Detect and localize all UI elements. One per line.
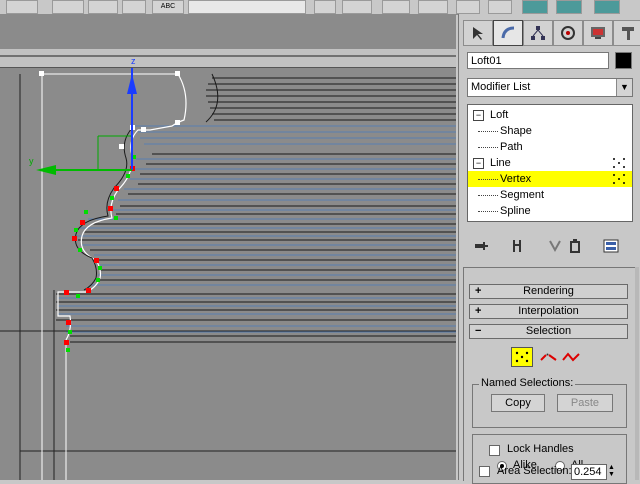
utilities-tab-icon[interactable] [613, 20, 640, 46]
paste-button[interactable]: Paste [557, 394, 613, 412]
stack-item-path[interactable]: Path [468, 139, 632, 155]
stack-item-label: Segment [500, 189, 545, 201]
front-viewport[interactable]: z y [0, 14, 456, 480]
rollout-title: Interpolation [518, 305, 579, 317]
stack-item-label: Vertex [500, 173, 532, 185]
collapse-icon[interactable]: − [473, 158, 484, 169]
y-axis-label: y [29, 156, 34, 166]
object-name-field[interactable]: Loft01 [467, 52, 609, 69]
tree-line [478, 187, 498, 196]
object-color-swatch[interactable] [615, 52, 632, 69]
stack-item-label: Loft [490, 109, 509, 121]
named-selection-set-field[interactable] [188, 0, 306, 14]
modifier-stack: − Loft Shape Path − Line Vertex Segment … [467, 104, 633, 222]
segment-mode-icon[interactable] [539, 348, 559, 366]
rollout-title: Rendering [523, 285, 574, 297]
vertex-dots-icon [613, 158, 625, 168]
interpolation-rollout[interactable]: + Interpolation [469, 304, 628, 319]
area-selection-spinner[interactable]: 0.254 [571, 464, 607, 480]
collapse-icon: − [475, 325, 482, 337]
motion-tab-icon[interactable] [553, 20, 583, 46]
create-tab-icon[interactable] [463, 20, 493, 46]
mirror-icon[interactable] [314, 0, 336, 14]
lock-handles-label: Lock Handles [507, 443, 574, 455]
material-editor-icon[interactable] [488, 0, 512, 14]
z-axis-label: z [131, 56, 136, 66]
spline-mode-icon[interactable] [561, 348, 581, 366]
modify-tab-icon[interactable] [493, 20, 523, 46]
area-selection-checkbox[interactable] [479, 466, 490, 477]
tree-line [478, 203, 498, 212]
curve-editor-icon[interactable] [418, 0, 448, 14]
tree-line [478, 139, 498, 148]
stack-item-shape[interactable]: Shape [468, 123, 632, 139]
configure-modifier-sets-icon[interactable] [603, 238, 619, 254]
stack-item-segment[interactable]: Segment [468, 187, 632, 203]
command-panel: Loft01 Modifier List ▼ − Loft Shape Path… [458, 14, 640, 484]
modifier-list-label: Modifier List [471, 81, 531, 93]
tree-line [478, 123, 498, 132]
stack-item-spline[interactable]: Spline [468, 203, 632, 219]
main-toolbar: ABC [0, 0, 640, 15]
selection-rollout[interactable]: − Selection [469, 324, 628, 339]
y-axis-arrow-icon [36, 165, 56, 175]
make-unique-icon[interactable] [547, 238, 563, 254]
vertex-dots-icon [613, 174, 625, 184]
layer-icon[interactable] [382, 0, 410, 14]
chevron-down-icon[interactable]: ▼ [616, 79, 632, 96]
stack-item-label: Shape [500, 125, 532, 137]
show-end-result-icon[interactable] [509, 238, 525, 254]
select-link-icon[interactable] [6, 0, 38, 14]
stack-item-line[interactable]: − Line [468, 155, 632, 171]
group-title: Named Selections: [479, 377, 576, 389]
display-tab-icon[interactable] [583, 20, 613, 46]
pin-stack-icon[interactable] [473, 238, 489, 254]
stack-item-loft[interactable]: − Loft [468, 107, 632, 123]
stack-item-label: Path [500, 141, 523, 153]
render-setup-icon[interactable] [522, 0, 548, 14]
align-icon[interactable] [342, 0, 372, 14]
copy-button[interactable]: Copy [491, 394, 545, 412]
spinner-arrows-icon[interactable]: ▲ ▼ [608, 464, 615, 478]
panel-scrollbar[interactable] [635, 267, 639, 480]
area-selection-label: Area Selection: [497, 465, 572, 477]
collapse-icon[interactable]: − [473, 110, 484, 121]
schematic-icon[interactable] [456, 0, 480, 14]
modifier-list-dropdown[interactable]: Modifier List ▼ [467, 78, 633, 97]
stack-item-label: Line [490, 157, 511, 169]
bind-space-warp-icon[interactable] [88, 0, 118, 14]
named-selections-group: Named Selections: Copy Paste [472, 377, 627, 428]
render-last-icon[interactable] [594, 0, 620, 14]
stack-item-vertex[interactable]: Vertex [468, 171, 632, 187]
vertex-mode-icon[interactable] [511, 347, 533, 367]
unlink-icon[interactable] [52, 0, 84, 14]
hierarchy-tab-icon[interactable] [523, 20, 553, 46]
loft-geometry: z y [0, 55, 456, 480]
stack-item-label: Spline [500, 205, 531, 217]
lock-handles-checkbox[interactable] [489, 445, 500, 456]
remove-modifier-icon[interactable] [567, 238, 583, 254]
abc-spellcheck-icon[interactable]: ABC [152, 0, 184, 14]
white-vertices [39, 71, 180, 149]
rendering-rollout[interactable]: + Rendering [469, 284, 628, 299]
quick-render-icon[interactable] [556, 0, 582, 14]
stack-controls [467, 236, 633, 256]
tree-line [478, 171, 498, 180]
expand-icon: + [475, 305, 482, 317]
select-object-icon[interactable] [122, 0, 146, 14]
expand-icon: + [475, 285, 482, 297]
rollout-title: Selection [525, 325, 572, 337]
z-axis-arrow-icon [127, 74, 137, 94]
